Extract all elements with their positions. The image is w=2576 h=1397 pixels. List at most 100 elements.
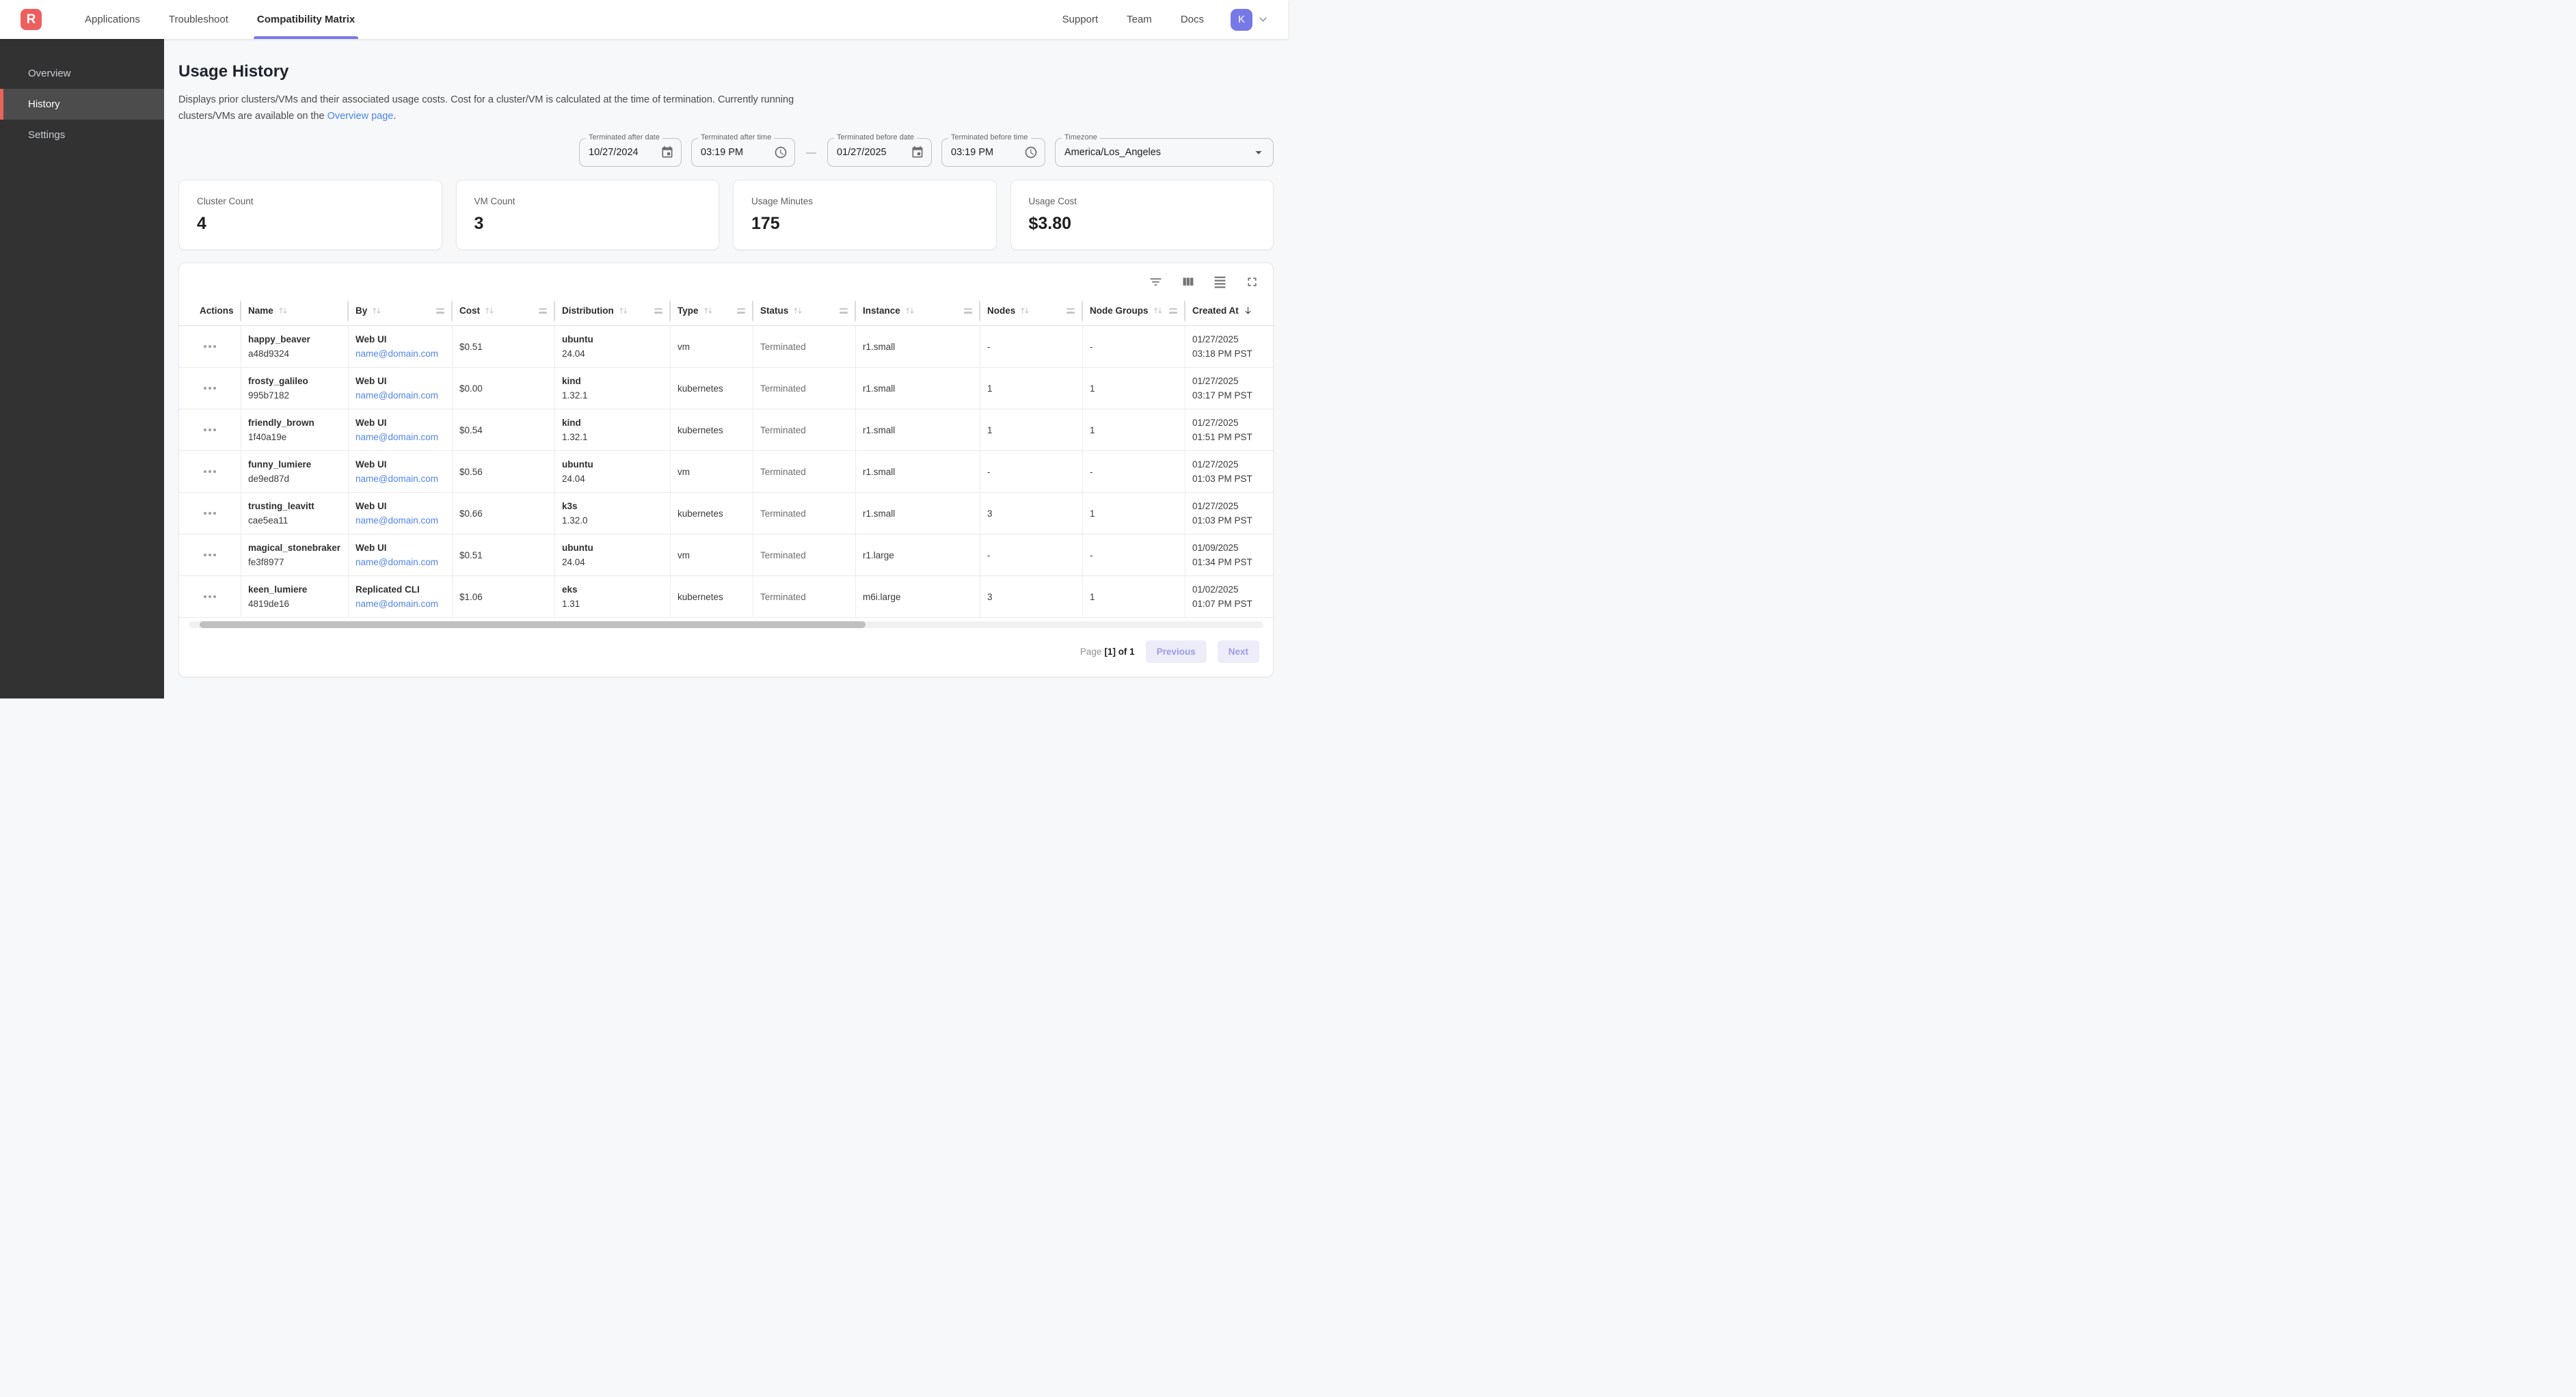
created-time: 03:18 PM PST: [1192, 349, 1273, 359]
page-value: [1] of 1: [1104, 647, 1134, 657]
cell-nodes: -: [980, 534, 1083, 575]
row-actions-button[interactable]: [200, 591, 220, 602]
user-email-link[interactable]: name@domain.com: [355, 599, 452, 609]
column-menu-icon[interactable]: [436, 308, 444, 314]
user-email-link[interactable]: name@domain.com: [355, 432, 452, 442]
cluster-name: happy_beaver: [248, 334, 348, 344]
cell-by: Web UIname@domain.com: [349, 534, 453, 575]
clock-icon[interactable]: [1024, 146, 1038, 159]
user-email-link[interactable]: name@domain.com: [355, 557, 452, 567]
fullscreen-icon[interactable]: [1245, 275, 1259, 289]
instance-type: r1.small: [863, 508, 980, 519]
clock-icon[interactable]: [774, 146, 788, 159]
cell-created-at: 01/27/202501:03 PM PST: [1185, 493, 1273, 534]
cell-actions: [179, 326, 241, 367]
filter-icon[interactable]: [1149, 275, 1163, 289]
scrollbar-thumb[interactable]: [200, 621, 866, 628]
column-menu-icon[interactable]: [840, 308, 848, 314]
sidebar: OverviewHistory Settings: [0, 39, 164, 698]
replicated-logo[interactable]: R: [21, 9, 42, 30]
stat-value: 175: [751, 214, 978, 234]
created-date: 01/27/2025: [1192, 376, 1273, 386]
row-actions-button[interactable]: [200, 550, 220, 560]
sidebar-item-settings[interactable]: Settings: [0, 120, 164, 150]
timezone-select[interactable]: Timezone America/Los_Angeles: [1055, 138, 1274, 167]
column-header-type[interactable]: Type: [671, 296, 753, 325]
nav-tab-applications[interactable]: Applications: [70, 0, 155, 39]
type-value: kubernetes: [677, 592, 753, 602]
page-label: Page: [1080, 647, 1102, 657]
column-menu-icon[interactable]: [964, 308, 972, 314]
sidebar-item-overview[interactable]: Overview: [0, 58, 164, 89]
row-actions-button[interactable]: [200, 424, 220, 435]
previous-page-button[interactable]: Previous: [1146, 640, 1207, 663]
column-header-node-groups[interactable]: Node Groups: [1083, 296, 1185, 325]
row-actions-button[interactable]: [200, 508, 220, 519]
sidebar-item-history[interactable]: History: [0, 89, 164, 120]
nav-tab-troubleshoot[interactable]: Troubleshoot: [155, 0, 243, 39]
cell-instance: m6i.large: [856, 576, 980, 617]
terminated-before-time-field[interactable]: Terminated before time 03:19 PM: [941, 138, 1045, 167]
user-email-link[interactable]: name@domain.com: [355, 349, 452, 359]
column-header-instance[interactable]: Instance: [856, 296, 980, 325]
active-tab-indicator: [254, 36, 358, 39]
distribution-version: 1.32.0: [562, 515, 670, 526]
cell-cost: $0.51: [453, 326, 555, 367]
column-menu-icon[interactable]: [539, 308, 547, 314]
column-header-by[interactable]: By: [349, 296, 453, 325]
columns-icon[interactable]: [1181, 275, 1195, 289]
terminated-after-time-field[interactable]: Terminated after time 03:19 PM: [691, 138, 795, 167]
row-actions-button[interactable]: [200, 466, 220, 477]
description-text: Displays prior clusters/VMs and their as…: [178, 94, 794, 122]
cell-nodes: 1: [980, 409, 1083, 450]
density-icon[interactable]: [1213, 275, 1227, 289]
column-menu-icon[interactable]: [1066, 308, 1075, 314]
cost-value: $0.54: [459, 425, 554, 435]
description-text-end: .: [393, 111, 396, 122]
cell-cost: $0.56: [453, 451, 555, 492]
created-by: Web UI: [355, 334, 452, 344]
type-value: vm: [677, 550, 753, 560]
nav-link-docs[interactable]: Docs: [1166, 14, 1218, 25]
column-menu-icon[interactable]: [654, 308, 662, 314]
terminated-before-date-field[interactable]: Terminated before date 01/27/2025: [827, 138, 932, 167]
row-actions-button[interactable]: [200, 383, 220, 394]
calendar-icon[interactable]: [660, 146, 674, 159]
nav-link-team[interactable]: Team: [1112, 14, 1166, 25]
column-header-status[interactable]: Status: [753, 296, 856, 325]
user-email-link[interactable]: name@domain.com: [355, 515, 452, 526]
user-email-link[interactable]: name@domain.com: [355, 474, 452, 484]
nav-tab-compatibility-matrix[interactable]: Compatibility Matrix: [243, 0, 369, 39]
cluster-name: keen_lumiere: [248, 584, 348, 595]
column-header-label: Created At: [1192, 306, 1239, 316]
row-actions-button[interactable]: [200, 341, 220, 352]
terminated-after-date-field[interactable]: Terminated after date 10/27/2024: [579, 138, 682, 167]
pagination: Page[1] of 1 Previous Next: [179, 628, 1273, 677]
avatar[interactable]: K: [1231, 9, 1252, 31]
sidebar-item-label: Settings: [28, 129, 65, 141]
calendar-icon[interactable]: [911, 146, 924, 159]
dropdown-arrow-icon[interactable]: [1251, 145, 1266, 160]
overview-page-link[interactable]: Overview page: [327, 111, 394, 122]
cell-created-at: 01/02/202501:07 PM PST: [1185, 576, 1273, 617]
chevron-down-icon[interactable]: [1257, 14, 1269, 25]
cell-created-at: 01/09/202501:34 PM PST: [1185, 534, 1273, 575]
column-header-distribution[interactable]: Distribution: [555, 296, 671, 325]
column-header-name[interactable]: Name: [241, 296, 349, 325]
nav-link-support[interactable]: Support: [1048, 14, 1113, 25]
column-header-created-at[interactable]: Created At: [1185, 296, 1273, 325]
table-row: frosty_galileo995b7182Web UIname@domain.…: [179, 368, 1273, 409]
column-header-cost[interactable]: Cost: [453, 296, 555, 325]
stat-card-usage-minutes: Usage Minutes175: [733, 180, 997, 250]
column-menu-icon[interactable]: [737, 308, 745, 314]
next-page-button[interactable]: Next: [1218, 640, 1259, 663]
column-header-label: Instance: [863, 306, 900, 316]
column-header-nodes[interactable]: Nodes: [980, 296, 1083, 325]
cell-name: happy_beavera48d9324: [241, 326, 349, 367]
cell-actions: [179, 451, 241, 492]
table-row: trusting_leavittcae5ea11Web UIname@domai…: [179, 493, 1273, 534]
column-menu-icon[interactable]: [1169, 308, 1177, 314]
user-email-link[interactable]: name@domain.com: [355, 390, 452, 401]
cell-actions: [179, 409, 241, 450]
nav-right-links: SupportTeamDocs K: [1048, 9, 1269, 31]
